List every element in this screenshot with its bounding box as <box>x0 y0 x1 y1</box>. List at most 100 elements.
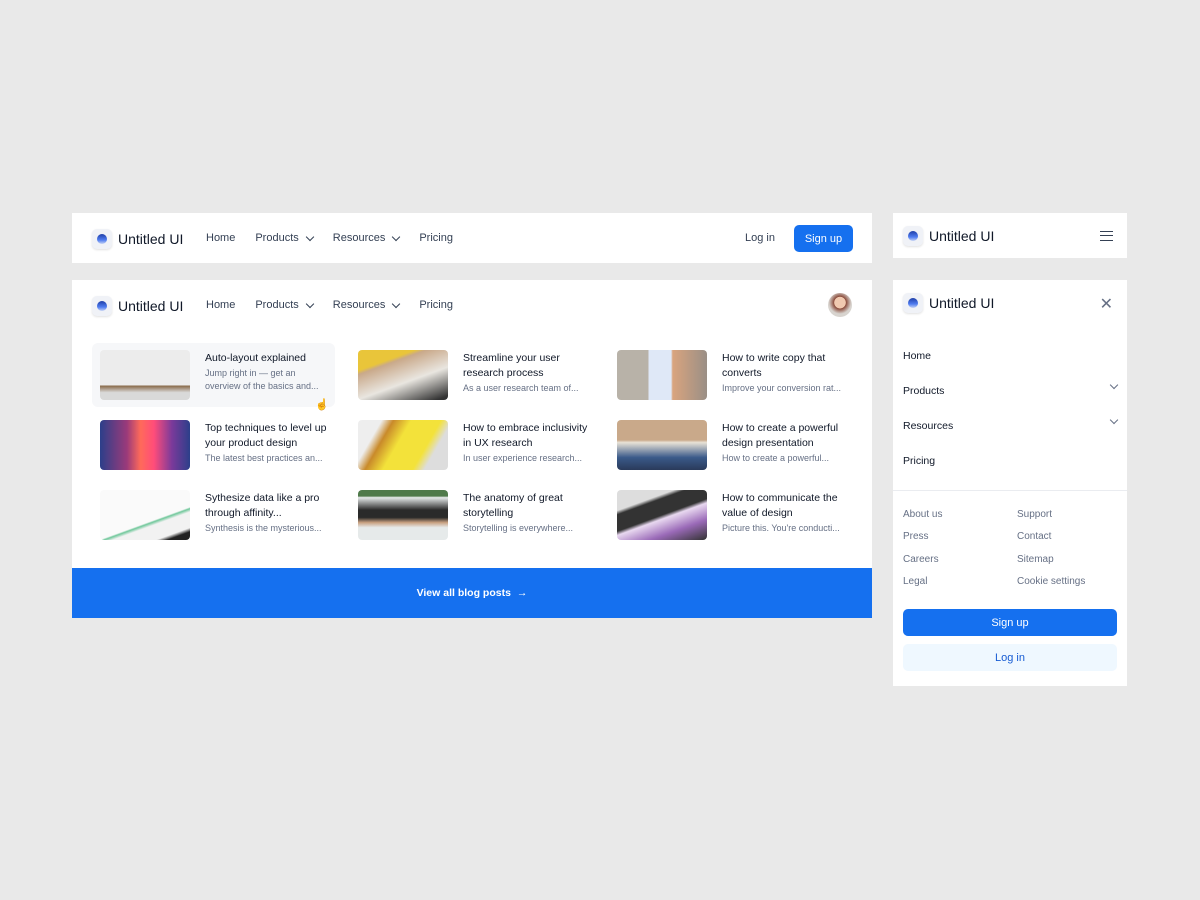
main-nav: Home Products Resources Pricing <box>206 299 453 311</box>
logo-icon <box>903 293 923 313</box>
nav-resources-label: Resources <box>332 299 386 311</box>
post-description: Synthesis is the mysterious... <box>205 523 322 533</box>
nav-pricing[interactable]: Pricing <box>419 232 453 244</box>
footer-link[interactable]: Cookie settings <box>1017 576 1085 587</box>
mobile-menu: Untitled UI ✕ Home Products Resources Pr… <box>893 280 1127 686</box>
post-thumbnail <box>100 420 190 470</box>
post-thumbnail <box>617 420 707 470</box>
post-title: How to create a powerful design presenta… <box>722 422 839 449</box>
nav-pricing[interactable]: Pricing <box>419 299 453 311</box>
nav-home[interactable]: Home <box>206 232 235 244</box>
chevron-down-icon <box>305 232 315 241</box>
post-thumbnail <box>358 490 448 540</box>
mobile-nav-label: Resources <box>903 420 954 432</box>
main-nav: Home Products Resources Pricing <box>206 232 453 244</box>
mobile-nav-label: Products <box>903 385 945 397</box>
post-title: How to write copy that converts <box>722 352 826 379</box>
nav-products-label: Products <box>255 299 299 311</box>
blog-post-card[interactable]: How to write copy that converts Improve y… <box>609 343 852 407</box>
post-thumbnail <box>617 490 707 540</box>
nav-home[interactable]: Home <box>206 299 235 311</box>
hamburger-menu-icon[interactable] <box>1100 231 1113 241</box>
nav-resources[interactable]: Resources <box>332 299 401 311</box>
post-title: Streamline your user research process <box>463 352 560 379</box>
post-title: How to communicate the value of design <box>722 492 838 519</box>
blog-post-card[interactable]: How to communicate the value of design Pi… <box>609 483 852 547</box>
nav-resources-label: Resources <box>332 232 386 244</box>
mobile-nav-resources[interactable]: Resources <box>903 415 1119 432</box>
post-description: In user experience research... <box>463 453 583 463</box>
post-title: How to embrace inclusivity in UX researc… <box>463 422 588 449</box>
post-title: The anatomy of great storytelling <box>463 492 563 519</box>
mobile-nav-products[interactable]: Products <box>903 380 1119 397</box>
mobile-nav-home[interactable]: Home <box>903 350 1117 362</box>
mobile-nav-label: Pricing <box>903 455 936 467</box>
nav-products[interactable]: Products <box>255 232 315 244</box>
blog-post-card[interactable]: How to embrace inclusivity in UX researc… <box>350 413 593 477</box>
brand-name: Untitled UI <box>118 231 184 247</box>
logo[interactable]: Untitled UI <box>903 293 994 313</box>
view-all-posts-button[interactable]: View all blog posts → <box>72 568 872 618</box>
logo[interactable]: Untitled UI <box>92 296 183 316</box>
post-thumbnail <box>358 350 448 400</box>
footer-link[interactable]: Press <box>903 531 929 542</box>
post-description: As a user research team of... <box>463 383 579 393</box>
post-description: The latest best practices an... <box>205 453 323 463</box>
nav-resources[interactable]: Resources <box>332 232 401 244</box>
post-thumbnail <box>100 490 190 540</box>
chevron-down-icon <box>305 299 315 308</box>
avatar[interactable] <box>828 293 852 317</box>
logo[interactable]: Untitled UI <box>903 226 994 246</box>
view-all-label: View all blog posts <box>416 587 511 599</box>
blog-post-card[interactable]: Streamline your user research process As … <box>350 343 593 407</box>
logo-icon <box>92 296 112 316</box>
login-button[interactable]: Log in <box>736 225 784 251</box>
close-icon[interactable]: ✕ <box>1100 294 1113 314</box>
chevron-down-icon <box>392 299 401 308</box>
footer-link[interactable]: Careers <box>903 554 939 565</box>
nav-products[interactable]: Products <box>255 299 315 311</box>
post-title: Auto-layout explained <box>205 352 306 364</box>
divider <box>893 490 1127 491</box>
post-description: Improve your conversion rat... <box>722 383 842 393</box>
chevron-down-icon <box>392 232 401 241</box>
post-thumbnail <box>100 350 190 400</box>
mobile-login-button[interactable]: Log in <box>903 644 1117 671</box>
brand-name: Untitled UI <box>118 298 184 314</box>
brand-name: Untitled UI <box>929 295 995 311</box>
post-description: How to create a powerful... <box>722 453 830 463</box>
mobile-header: Untitled UI <box>893 213 1127 258</box>
footer-link[interactable]: Sitemap <box>1017 554 1054 565</box>
chevron-down-icon <box>1109 415 1119 425</box>
footer-link[interactable]: Legal <box>903 576 927 587</box>
post-title: Top techniques to level up your product … <box>205 422 327 449</box>
desktop-header: Untitled UI Home Products Resources Pric… <box>72 213 872 263</box>
chevron-down-icon <box>1109 380 1119 390</box>
post-thumbnail <box>358 420 448 470</box>
blog-post-card[interactable]: Sythesize data like a pro through affini… <box>92 483 335 547</box>
mobile-nav-label: Home <box>903 350 932 362</box>
mobile-signup-button[interactable]: Sign up <box>903 609 1117 636</box>
logo-icon <box>903 226 923 246</box>
post-description: Picture this. You're conducti... <box>722 523 840 533</box>
mobile-nav-pricing[interactable]: Pricing <box>903 455 1117 467</box>
resources-dropdown-panel: Untitled UI Home Products Resources Pric… <box>72 280 872 618</box>
signup-button[interactable]: Sign up <box>794 225 853 252</box>
blog-post-card[interactable]: How to create a powerful design presenta… <box>609 413 852 477</box>
brand-name: Untitled UI <box>929 228 995 244</box>
footer-link[interactable]: Contact <box>1017 531 1051 542</box>
arrow-right-icon: → <box>516 587 528 599</box>
footer-link[interactable]: About us <box>903 509 942 520</box>
post-thumbnail <box>617 350 707 400</box>
logo-icon <box>92 229 112 249</box>
cursor-pointer-icon: ☝ <box>315 399 329 411</box>
post-title: Sythesize data like a pro through affini… <box>205 492 320 519</box>
post-description: Storytelling is everywhere... <box>463 523 574 533</box>
footer-link[interactable]: Support <box>1017 509 1052 520</box>
blog-post-card[interactable]: Top techniques to level up your product … <box>92 413 335 477</box>
blog-post-card[interactable]: The anatomy of great storytelling Storyte… <box>350 483 593 547</box>
blog-post-card[interactable]: Auto-layout explained Jump right in — get… <box>92 343 335 407</box>
post-description: Jump right in — get an overview of the b… <box>205 368 319 391</box>
logo[interactable]: Untitled UI <box>92 229 183 249</box>
nav-products-label: Products <box>255 232 299 244</box>
